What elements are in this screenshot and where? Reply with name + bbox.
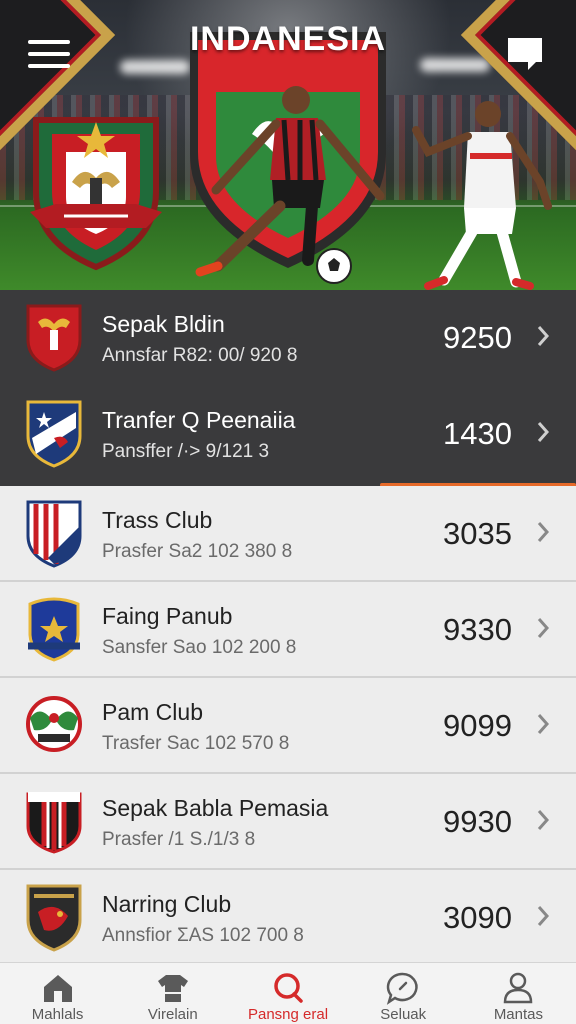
list-item[interactable]: Pam Club Trasfer Sac 102 570 8 9099	[0, 678, 576, 774]
club-subtitle: Prasfer Sa2 102 380 8	[102, 541, 293, 562]
nav-item-search[interactable]: Pansng eral	[230, 963, 345, 1024]
club-value: 1430	[443, 416, 512, 451]
hamburger-menu-icon[interactable]	[28, 40, 70, 74]
jersey-icon	[157, 975, 188, 1002]
club-name: Narring Club	[102, 891, 232, 917]
dark-shield-badge-icon	[26, 884, 82, 952]
list-item-text: Pam Club Trasfer Sac 102 570 8	[102, 698, 289, 758]
nav-label: Mantas	[493, 1006, 544, 1023]
chevron-right-icon	[537, 522, 550, 542]
list-item[interactable]: Narring Club Annsfior ƩAS 102 700 8 3090	[0, 870, 576, 966]
list-item[interactable]: Sepak Bldin Annsfar R82: 00/ 920 8 9250	[0, 290, 576, 386]
club-list: Sepak Bldin Annsfar R82: 00/ 920 8 9250 …	[0, 290, 576, 966]
club-name: Trass Club	[102, 507, 213, 533]
club-value: 9099	[443, 708, 512, 743]
striped-shield-badge-icon	[26, 500, 82, 568]
nav-item-home[interactable]: Mahlals	[0, 963, 115, 1024]
club-value: 3090	[443, 900, 512, 935]
nav-item-jersey[interactable]: Virelain	[115, 963, 230, 1024]
club-subtitle: Trasfer Sac 102 570 8	[102, 733, 290, 754]
bottom-nav: Mahlals Virelain Pansng eral Seluak Mant…	[0, 962, 576, 1024]
chevron-right-icon	[537, 810, 550, 830]
player-red-kit	[195, 86, 385, 284]
chevron-right-icon	[537, 326, 550, 346]
garuda-crest-logo	[30, 117, 162, 271]
nav-label: Seluak	[380, 1006, 427, 1023]
list-item[interactable]: Sepak Babla Pemasia Prasfer /1 S./1/3 8 …	[0, 774, 576, 870]
chevron-right-icon	[537, 422, 550, 442]
hero-banner: INDANESIA	[0, 0, 576, 290]
star-shield-badge-icon	[26, 400, 82, 468]
stadium-light	[120, 60, 190, 74]
club-name: Pam Club	[102, 699, 203, 725]
club-value: 9250	[443, 320, 512, 355]
club-subtitle: Annsfar R82: 00/ 920 8	[102, 345, 298, 366]
nav-item-chat[interactable]: Seluak	[346, 963, 461, 1024]
club-subtitle: Annsfior ƩAS 102 700 8	[102, 925, 304, 946]
user-icon	[504, 972, 533, 1004]
home-icon	[43, 975, 72, 1002]
club-subtitle: Sansfer Sao 102 200 8	[102, 637, 297, 658]
list-item[interactable]: Tranfer Q Peenaiia Pansffer /·> 9/121 3 …	[0, 386, 576, 482]
list-item-text: Tranfer Q Peenaiia Pansffer /·> 9/121 3	[102, 406, 295, 466]
star-crest-badge-icon	[28, 597, 80, 662]
club-subtitle: Prasfer /1 S./1/3 8	[102, 829, 256, 850]
nav-label: Pansng eral	[247, 1006, 329, 1023]
nav-item-profile[interactable]: Mantas	[461, 963, 576, 1024]
chevron-right-icon	[537, 618, 550, 638]
crest-title: INDANESIA	[189, 20, 387, 58]
club-value: 3035	[443, 516, 512, 551]
stadium-light	[420, 58, 490, 72]
search-icon	[274, 973, 303, 1003]
club-name: Faing Panub	[102, 603, 233, 629]
player-white-kit	[412, 101, 552, 290]
eagle-round-badge-icon	[26, 696, 82, 752]
club-name: Sepak Bldin	[102, 311, 225, 337]
club-value: 9930	[443, 804, 512, 839]
list-item-text: Trass Club Prasfer Sa2 102 380 8	[102, 506, 292, 566]
garuda-shield-badge-icon	[26, 304, 82, 372]
nav-label: Mahlals	[31, 1006, 84, 1023]
club-name: Sepak Babla Pemasia	[102, 795, 329, 821]
club-value: 9330	[443, 612, 512, 647]
list-item[interactable]: Faing Panub Sansfer Sao 102 200 8 9330	[0, 582, 576, 678]
club-subtitle: Pansffer /·> 9/121 3	[102, 441, 270, 462]
nav-label: Virelain	[147, 1006, 198, 1023]
chevron-right-icon	[537, 906, 550, 926]
list-item-text: Narring Club Annsfior ƩAS 102 700 8	[102, 890, 304, 950]
list-item[interactable]: Trass Club Prasfer Sa2 102 380 8 3035	[0, 486, 576, 582]
list-item-text: Faing Panub Sansfer Sao 102 200 8	[102, 602, 296, 662]
red-stripe-badge-icon	[26, 792, 82, 854]
chat-bubble-icon[interactable]	[504, 32, 546, 74]
list-item-text: Sepak Babla Pemasia Prasfer /1 S./1/3 8	[102, 794, 328, 854]
list-item-text: Sepak Bldin Annsfar R82: 00/ 920 8	[102, 310, 297, 370]
chat-icon	[386, 972, 418, 1005]
club-name: Tranfer Q Peenaiia	[102, 407, 296, 433]
chevron-right-icon	[537, 714, 550, 734]
